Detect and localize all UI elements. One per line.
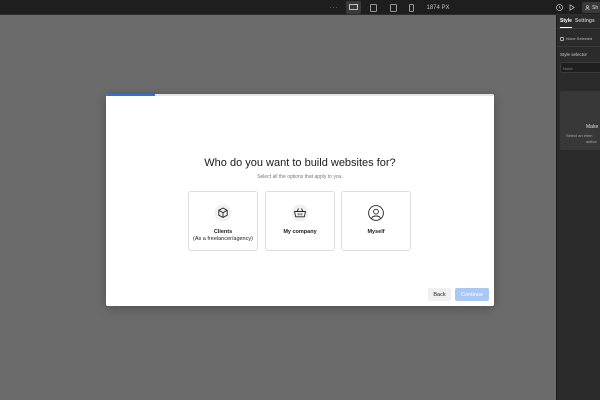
none-selected-indicator: None Selected [560, 36, 592, 41]
option-myself[interactable]: Myself [341, 191, 411, 251]
tablet-icon [370, 3, 377, 12]
option-my-company[interactable]: My company [265, 191, 335, 251]
user-share-icon [585, 5, 590, 10]
breakpoint-tablet-button[interactable] [366, 1, 381, 14]
preview-button[interactable] [566, 0, 578, 15]
history-button[interactable] [553, 0, 565, 15]
mobile-icon [409, 3, 414, 12]
tab-style[interactable]: Style [557, 15, 572, 28]
breakpoint-desktop-button[interactable] [346, 1, 361, 14]
share-label: Sh [592, 4, 599, 11]
canvas-width-readout: 1874 PX [426, 4, 450, 11]
option-my-company-label: My company [283, 229, 317, 235]
tablet-portrait-icon [390, 3, 397, 12]
basket-icon [291, 204, 309, 222]
user-icon [368, 205, 384, 221]
more-options-icon[interactable]: ··· [328, 0, 340, 15]
option-clients-description: (As a freelancer/agency) [193, 236, 253, 242]
panel-tabs: Style Settings [557, 15, 600, 29]
share-button[interactable]: Sh [582, 2, 600, 13]
style-selector-label: Style selector [560, 52, 588, 57]
progress-bar [106, 94, 494, 96]
breakpoint-mobile-button[interactable] [404, 1, 419, 14]
clock-icon [555, 4, 563, 11]
top-toolbar: ··· 1874 PX Sh [0, 0, 600, 15]
onboarding-modal: Who do you want to build websites for? S… [106, 94, 494, 306]
option-clients[interactable]: Clients (As a freelancer/agency) [188, 191, 258, 251]
progress-bar-fill [106, 94, 155, 96]
panel-divider [557, 46, 600, 47]
empty-state-card: Make Select an elem activa [560, 91, 600, 150]
modal-subtitle: Select all the options that apply to you… [257, 174, 343, 180]
tab-settings[interactable]: Settings [572, 15, 595, 28]
option-myself-label: Myself [367, 229, 385, 235]
cube-icon [214, 204, 232, 222]
none-selected-label: None Selected [566, 36, 593, 41]
style-panel: Style Settings None Selected Style selec… [556, 15, 600, 400]
desktop-icon [349, 4, 358, 10]
continue-button[interactable]: Continue [455, 288, 489, 301]
back-button[interactable]: Back [428, 288, 451, 301]
selection-checkbox-icon [560, 36, 564, 41]
style-selector-input[interactable]: None [560, 62, 600, 73]
play-icon [569, 4, 575, 11]
breakpoint-tablet-portrait-button[interactable] [386, 1, 401, 14]
empty-state-text-2: activa [586, 139, 597, 144]
modal-title: Who do you want to build websites for? [204, 157, 396, 169]
empty-state-title: Make [586, 124, 599, 130]
option-clients-label: Clients [213, 229, 233, 235]
